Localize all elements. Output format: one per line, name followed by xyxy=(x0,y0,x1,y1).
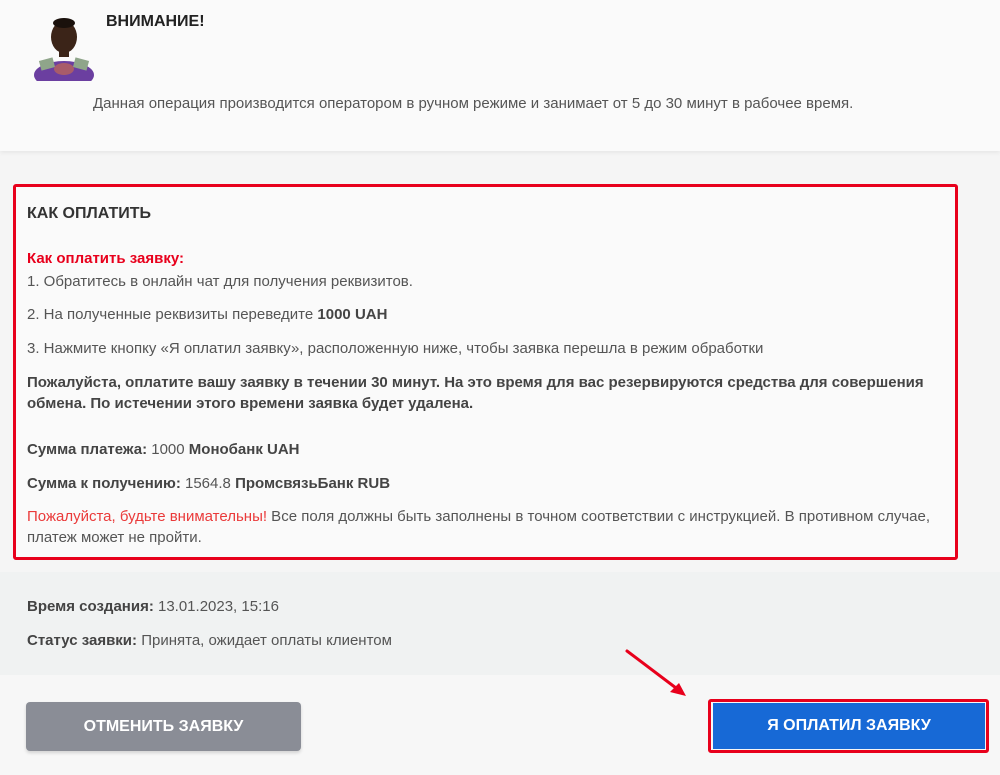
notice-title: ВНИМАНИЕ! xyxy=(106,13,205,30)
order-status-value: Принята, ожидает оплаты клиентом xyxy=(141,632,392,649)
payment-amount-value: 1000 xyxy=(151,441,185,458)
order-info-panel: Время создания: 13.01.2023, 15:16 Статус… xyxy=(0,572,1000,675)
warning-emphasis: Пожалуйста, будьте внимательны! xyxy=(27,508,268,525)
step-2: 2. На полученные реквизиты переведите 10… xyxy=(27,306,387,323)
created-time-row: Время создания: 13.01.2023, 15:16 xyxy=(27,598,279,615)
how-to-pay-heading: КАК ОПЛАТИТЬ xyxy=(27,205,152,222)
step-3: 3. Нажмите кнопку «Я оплатил заявку», ра… xyxy=(27,340,764,357)
payment-amount-row: Сумма платежа: 1000 Монобанк UAH xyxy=(27,441,300,458)
step-1: 1. Обратитесь в онлайн чат для получения… xyxy=(27,273,413,290)
step-2-amount: 1000 UAH xyxy=(317,306,388,323)
avatar-image xyxy=(32,13,96,81)
i-paid-button[interactable]: Я ОПЛАТИЛ ЗАЯВКУ xyxy=(713,703,985,749)
notice-panel: ВНИМАНИЕ! Данная операция производится о… xyxy=(0,0,1000,151)
order-status-row: Статус заявки: Принята, ожидает оплаты к… xyxy=(27,632,392,649)
payment-deadline-note: Пожалуйста, оплатите вашу заявку в течен… xyxy=(27,374,924,412)
payment-amount-label: Сумма платежа: xyxy=(27,441,148,458)
cancel-order-button[interactable]: ОТМЕНИТЬ ЗАЯВКУ xyxy=(26,702,301,751)
warning-text: Пожалуйста, будьте внимательны! Все поля… xyxy=(27,506,947,548)
notice-text: Данная операция производится оператором … xyxy=(93,95,854,112)
created-time-label: Время создания: xyxy=(27,598,154,615)
receive-amount-row: Сумма к получению: 1564.8 ПромсвязьБанк … xyxy=(27,475,390,492)
how-to-pay-panel: КАК ОПЛАТИТЬ Как оплатить заявку: 1. Обр… xyxy=(13,184,958,560)
receive-amount-currency: ПромсвязьБанк RUB xyxy=(235,475,391,492)
step-2-text: 2. На полученные реквизиты переведите xyxy=(27,306,318,323)
receive-amount-label: Сумма к получению: xyxy=(27,475,181,492)
red-arrow-icon xyxy=(625,649,686,696)
receive-amount-value: 1564.8 xyxy=(185,475,231,492)
payment-amount-currency: Монобанк UAH xyxy=(188,441,300,458)
order-status-label: Статус заявки: xyxy=(27,632,138,649)
created-time-value: 13.01.2023, 15:16 xyxy=(157,598,279,615)
how-to-pay-subheading: Как оплатить заявку: xyxy=(27,250,184,267)
